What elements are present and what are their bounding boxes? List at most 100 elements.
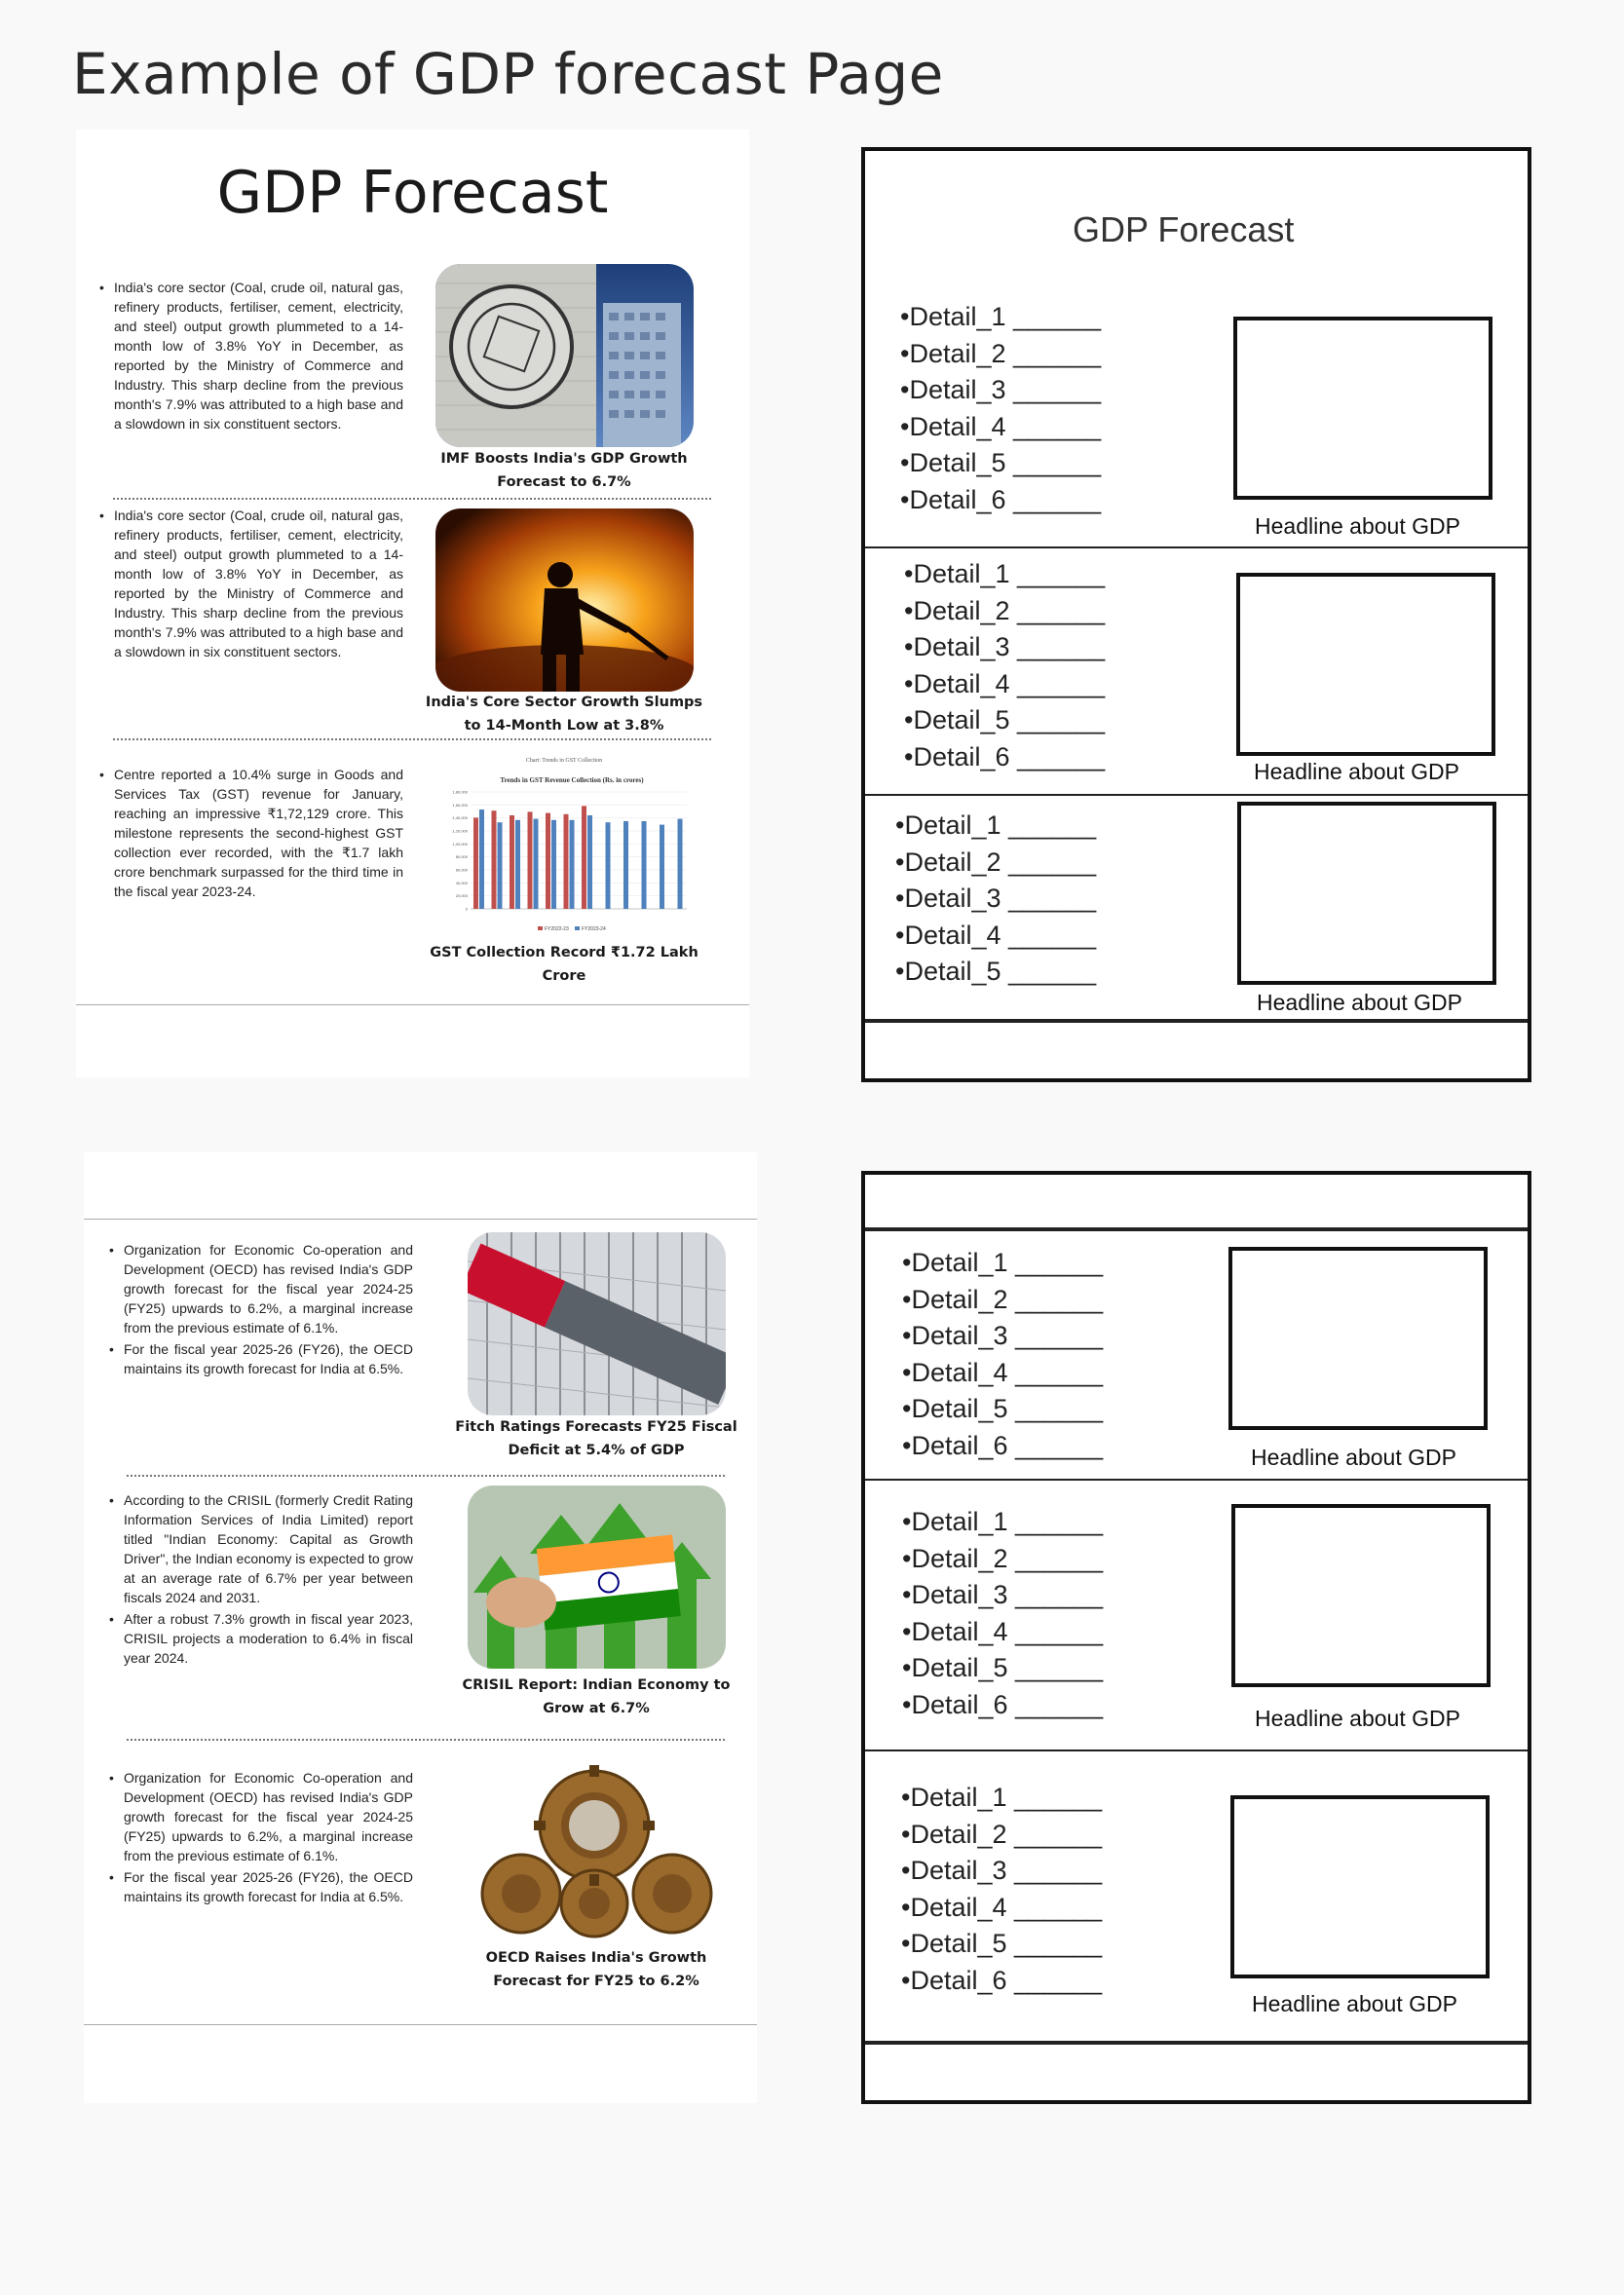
- bullet-item: Centre reported a 10.4% surge in Goods a…: [99, 765, 403, 901]
- wireframe-footer-divider: [865, 1019, 1528, 1023]
- bullet-item: According to the CRISIL (formerly Credit…: [109, 1490, 413, 1607]
- gst-bar-fy2324: [551, 819, 556, 909]
- article-caption: IMF Boosts India's GDP Growth Forecast t…: [440, 451, 688, 490]
- gst-bar-fy2324: [641, 821, 647, 909]
- bullet-item: After a robust 7.3% growth in fiscal yea…: [109, 1609, 413, 1668]
- wireframe-detail-line: •Detail_2 ______: [902, 1284, 1104, 1314]
- article-caption: CRISIL Report: Indian Economy to Grow at…: [462, 1677, 731, 1716]
- wireframe-details: •Detail_1 ______ •Detail_2 ______ •Detail_…: [902, 1504, 1103, 1723]
- gst-chart-y-tick: 1,00,000: [452, 842, 468, 847]
- wireframe-detail-line: •Detail_3 ______: [904, 632, 1106, 661]
- page-footer-line: [84, 2024, 757, 2025]
- article-caption: Fitch Ratings Forecasts FY25 Fiscal Defi…: [455, 1419, 737, 1458]
- wireframe-detail-line: •Detail_6 ______: [902, 1430, 1104, 1460]
- gst-chart-y-tick: 60,000: [456, 868, 469, 873]
- wireframe-details: •Detail_1 ______ •Detail_2 ______ •Detail_…: [895, 808, 1096, 991]
- wireframe-details: •Detail_1 ______ •Detail_2 ______ •Detail_…: [900, 299, 1101, 518]
- gst-bar-fy2223: [582, 806, 586, 909]
- page-title: GDP Forecast: [216, 159, 609, 227]
- gst-chart-legend: FY2022-23 FY2023-24: [538, 926, 606, 932]
- wireframe-detail-line: •Detail_1 ______: [902, 1507, 1104, 1536]
- wireframe-details: •Detail_1 ______ •Detail_2 ______ •Detail_…: [902, 1245, 1103, 1464]
- wireframe-detail-line: •Detail_4 ______: [900, 411, 1102, 441]
- wireframe-image-placeholder: [1237, 802, 1496, 985]
- wireframe-headline: Headline about GDP: [1254, 759, 1459, 784]
- article-divider: [113, 738, 711, 740]
- gst-chart-image: Chart: Trends in GST Collection Trends i…: [435, 753, 694, 936]
- article-bullets: Organization for Economic Co-operation a…: [109, 1240, 413, 1380]
- bullet-item: India's core sector (Coal, crude oil, na…: [99, 278, 403, 433]
- article-caption: India's Core Sector Growth Slumps to 14-…: [425, 695, 703, 734]
- wireframe-headline: Headline about GDP: [1255, 1706, 1460, 1731]
- wireframe-footer-divider: [865, 2041, 1528, 2045]
- wireframe-section-divider: [865, 1749, 1528, 1751]
- article-caption: GST Collection Record ₹1.72 Lakh Crore: [430, 945, 699, 984]
- gst-bar-fy2324: [660, 824, 664, 909]
- wireframe-detail-line: •Detail_5 ______: [902, 1394, 1104, 1423]
- example-page-1: GDP Forecast India's core sector (Coal, …: [76, 130, 749, 1077]
- wireframe-section-divider: [865, 546, 1528, 548]
- wireframe-detail-line: •Detail_5 ______: [902, 1653, 1104, 1682]
- gst-chart-y-axis: 1,80,000 1,60,000 1,40,000 1,20,000 1,00,000…: [452, 790, 468, 912]
- page-footer-line: [76, 1004, 749, 1005]
- wireframe-detail-line: •Detail_1 ______: [904, 559, 1106, 588]
- bullet-item: For the fiscal year 2025-26 (FY26), the …: [109, 1339, 413, 1378]
- wireframe-detail-line: •Detail_6 ______: [900, 484, 1102, 514]
- wireframe-detail-line: •Detail_4 ______: [904, 668, 1106, 698]
- wireframe-detail-line: •Detail_5 ______: [895, 957, 1097, 986]
- article-caption: OECD Raises India's Growth Forecast for …: [485, 1950, 707, 1989]
- gst-bar-fy2223: [491, 810, 497, 909]
- gst-chart-y-tick: 80,000: [456, 854, 469, 859]
- wireframe-detail-line: •Detail_1 ______: [902, 1248, 1104, 1277]
- wireframe-detail-line: •Detail_3 ______: [901, 1856, 1103, 1885]
- wireframe-details: •Detail_1 ______ •Detail_2 ______ •Detail_…: [901, 1780, 1102, 1999]
- gst-chart-y-tick: 20,000: [456, 893, 469, 898]
- gst-chart-y-tick: 1,40,000: [452, 815, 468, 820]
- gst-bar-fy2223: [546, 812, 550, 909]
- wireframe-detail-line: •Detail_1 ______: [900, 302, 1102, 331]
- page-header-line: [84, 1219, 757, 1220]
- legend-fy2223: FY2022-23: [545, 926, 569, 932]
- gst-bar-fy2324: [605, 822, 611, 909]
- gst-bar-fy2324: [569, 819, 575, 909]
- wireframe-header-divider: [865, 1227, 1528, 1231]
- wireframe-detail-line: •Detail_6 ______: [901, 1965, 1103, 1995]
- wireframe-detail-line: •Detail_3 ______: [902, 1580, 1104, 1609]
- gst-bar-fy2223: [473, 817, 478, 909]
- gst-bar-fy2223: [510, 815, 514, 909]
- article-divider: [113, 498, 711, 500]
- gst-chart-y-tick: 1,60,000: [452, 803, 468, 808]
- wireframe-detail-line: •Detail_5 ______: [900, 448, 1102, 477]
- gst-bar-fy2223: [527, 811, 533, 909]
- wireframe-detail-line: •Detail_2 ______: [902, 1543, 1104, 1573]
- gst-chart-y-tick: 0: [466, 907, 469, 912]
- gst-chart-subtitle: Trends in GST Revenue Collection (Rs. in…: [500, 776, 644, 784]
- wireframe-headline: Headline about GDP: [1251, 1445, 1456, 1470]
- wireframe-image-placeholder: [1230, 1795, 1490, 1978]
- article-bullets: Organization for Economic Co-operation a…: [109, 1768, 413, 1908]
- wireframe-image-placeholder: [1231, 1504, 1491, 1687]
- wireframe-details: •Detail_1 ______ •Detail_2 ______ •Detail_…: [904, 556, 1105, 775]
- article-bullets: According to the CRISIL (formerly Credit…: [109, 1490, 413, 1670]
- wireframe-headline: Headline about GDP: [1252, 1991, 1457, 2016]
- gst-chart-y-tick: 1,80,000: [452, 790, 468, 795]
- wireframe-page-2: •Detail_1 ______ •Detail_2 ______ •Detail_…: [861, 1171, 1531, 2104]
- gst-bar-fy2324: [623, 821, 628, 909]
- wireframe-detail-line: •Detail_6 ______: [904, 741, 1106, 771]
- gst-chart-y-tick: 40,000: [456, 881, 469, 885]
- wireframe-detail-line: •Detail_4 ______: [902, 1616, 1104, 1646]
- wireframe-detail-line: •Detail_3 ______: [902, 1321, 1104, 1350]
- wireframe-detail-line: •Detail_4 ______: [901, 1892, 1103, 1922]
- gst-bar-fy2324: [497, 822, 503, 909]
- wireframe-detail-line: •Detail_5 ______: [904, 705, 1106, 734]
- wireframe-image-placeholder: [1233, 317, 1492, 500]
- wireframe-detail-line: •Detail_2 ______: [904, 595, 1106, 625]
- fitch-ratings-image: [468, 1232, 726, 1415]
- article-divider: [127, 1739, 725, 1741]
- article-bullets: India's core sector (Coal, crude oil, na…: [99, 278, 403, 435]
- gst-bar-fy2223: [563, 813, 569, 909]
- bullet-item: For the fiscal year 2025-26 (FY26), the …: [109, 1867, 413, 1906]
- gst-bar-fy2324: [479, 809, 484, 909]
- gst-chart-bars: [473, 806, 683, 909]
- article-divider: [127, 1475, 725, 1477]
